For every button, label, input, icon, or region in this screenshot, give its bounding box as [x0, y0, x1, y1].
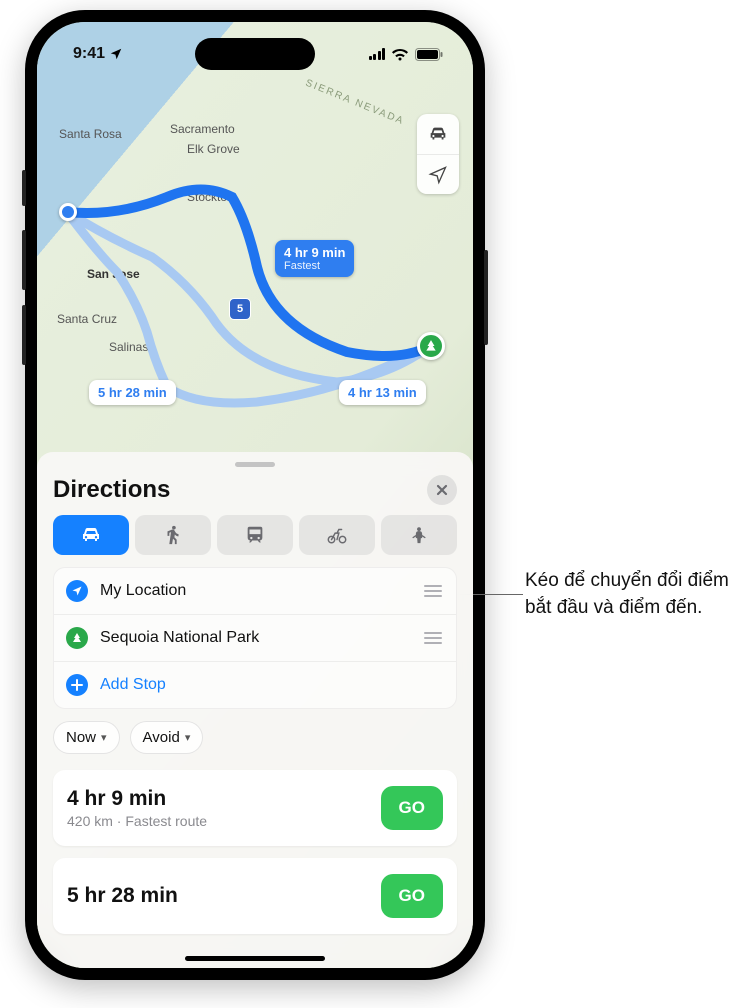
depart-time-pill[interactable]: Now ▾: [53, 721, 120, 754]
transport-walk[interactable]: [135, 515, 211, 555]
cellular-signal-icon: [369, 48, 386, 60]
pill-label: Now: [66, 729, 96, 746]
screen: 9:41 Santa Rosa Sacramento: [37, 22, 473, 968]
avoid-pill[interactable]: Avoid ▾: [130, 721, 204, 754]
sheet-grabber[interactable]: [235, 462, 275, 467]
transport-rideshare[interactable]: [381, 515, 457, 555]
route-detail: 420 km · Fastest route: [67, 813, 207, 829]
volume-down: [22, 305, 26, 365]
options-row: Now ▾ Avoid ▾: [53, 721, 457, 754]
highway-shield: 5: [229, 298, 251, 320]
transport-transit[interactable]: [217, 515, 293, 555]
walk-icon: [162, 524, 184, 546]
directions-sheet: Directions: [37, 452, 473, 968]
plus-icon: [66, 674, 88, 696]
sheet-title: Directions: [53, 476, 170, 504]
transport-drive[interactable]: [53, 515, 129, 555]
route-card[interactable]: 4 hr 9 min 420 km · Fastest route GO: [53, 770, 457, 846]
go-button[interactable]: GO: [381, 874, 443, 918]
map-city-label: Stockton: [187, 190, 234, 204]
route-tag-alt[interactable]: 4 hr 13 min: [339, 380, 426, 405]
add-stop-row[interactable]: Add Stop: [54, 661, 456, 708]
stop-to-label: Sequoia National Park: [100, 629, 410, 647]
location-services-icon: [109, 47, 123, 61]
map-city-label: Elk Grove: [187, 142, 240, 156]
chevron-down-icon: ▾: [185, 731, 191, 744]
close-button[interactable]: [427, 475, 457, 505]
tree-icon: [66, 627, 88, 649]
route-time: 4 hr 9 min: [67, 787, 207, 811]
callout-text: Kéo để chuyển đổi điểm bắt đầu và điểm đ…: [525, 568, 735, 621]
transport-segmented: [53, 515, 457, 555]
dynamic-island: [195, 38, 315, 70]
route-tag-fastest[interactable]: 4 hr 9 min Fastest: [275, 240, 354, 277]
drag-handle[interactable]: [422, 632, 444, 644]
stop-from-row[interactable]: My Location: [54, 568, 456, 614]
add-stop-label: Add Stop: [100, 676, 444, 694]
car-icon: [79, 523, 103, 547]
route-card[interactable]: 5 hr 28 min GO: [53, 858, 457, 934]
volume-up: [22, 230, 26, 290]
power-button: [484, 250, 488, 345]
bike-icon: [325, 524, 349, 546]
transport-cycle[interactable]: [299, 515, 375, 555]
map-city-label: Santa Rosa: [59, 127, 122, 141]
phone-frame: 9:41 Santa Rosa Sacramento: [25, 10, 485, 980]
location-arrow-icon: [66, 580, 88, 602]
pill-label: Avoid: [143, 729, 180, 746]
wifi-icon: [391, 48, 409, 61]
route-list: 4 hr 9 min 420 km · Fastest route GO 5 h…: [53, 770, 457, 934]
drag-handle[interactable]: [422, 585, 444, 597]
stop-from-label: My Location: [100, 582, 410, 600]
go-button[interactable]: GO: [381, 786, 443, 830]
silent-switch: [22, 170, 26, 206]
transit-icon: [244, 524, 266, 546]
stop-to-row[interactable]: Sequoia National Park: [54, 614, 456, 661]
map-region-label: SIERRA NEVADA: [304, 78, 406, 128]
stops-card: My Location Sequoia National Park Add St…: [53, 567, 457, 709]
status-time: 9:41: [73, 45, 105, 63]
route-time: 5 hr 28 min: [67, 884, 178, 908]
rideshare-icon: [409, 524, 429, 546]
tree-icon: [424, 339, 438, 353]
map-city-label: San Jose: [87, 267, 140, 281]
route-tag-time: 4 hr 9 min: [284, 245, 345, 260]
battery-icon: [415, 48, 443, 61]
start-location-dot: [59, 203, 77, 221]
route-tag-alt[interactable]: 5 hr 28 min: [89, 380, 176, 405]
route-tag-sub: Fastest: [284, 260, 345, 272]
map-city-label: Sacramento: [170, 122, 235, 136]
map-mode-control: [417, 114, 459, 194]
map-city-label: Santa Cruz: [57, 312, 117, 326]
close-icon: [436, 484, 448, 496]
locate-me-icon[interactable]: [417, 154, 459, 194]
map-city-label: Salinas: [109, 340, 148, 354]
home-indicator[interactable]: [185, 956, 325, 961]
chevron-down-icon: ▾: [101, 731, 107, 744]
driving-mode-icon[interactable]: [417, 114, 459, 154]
destination-pin: [417, 332, 445, 360]
